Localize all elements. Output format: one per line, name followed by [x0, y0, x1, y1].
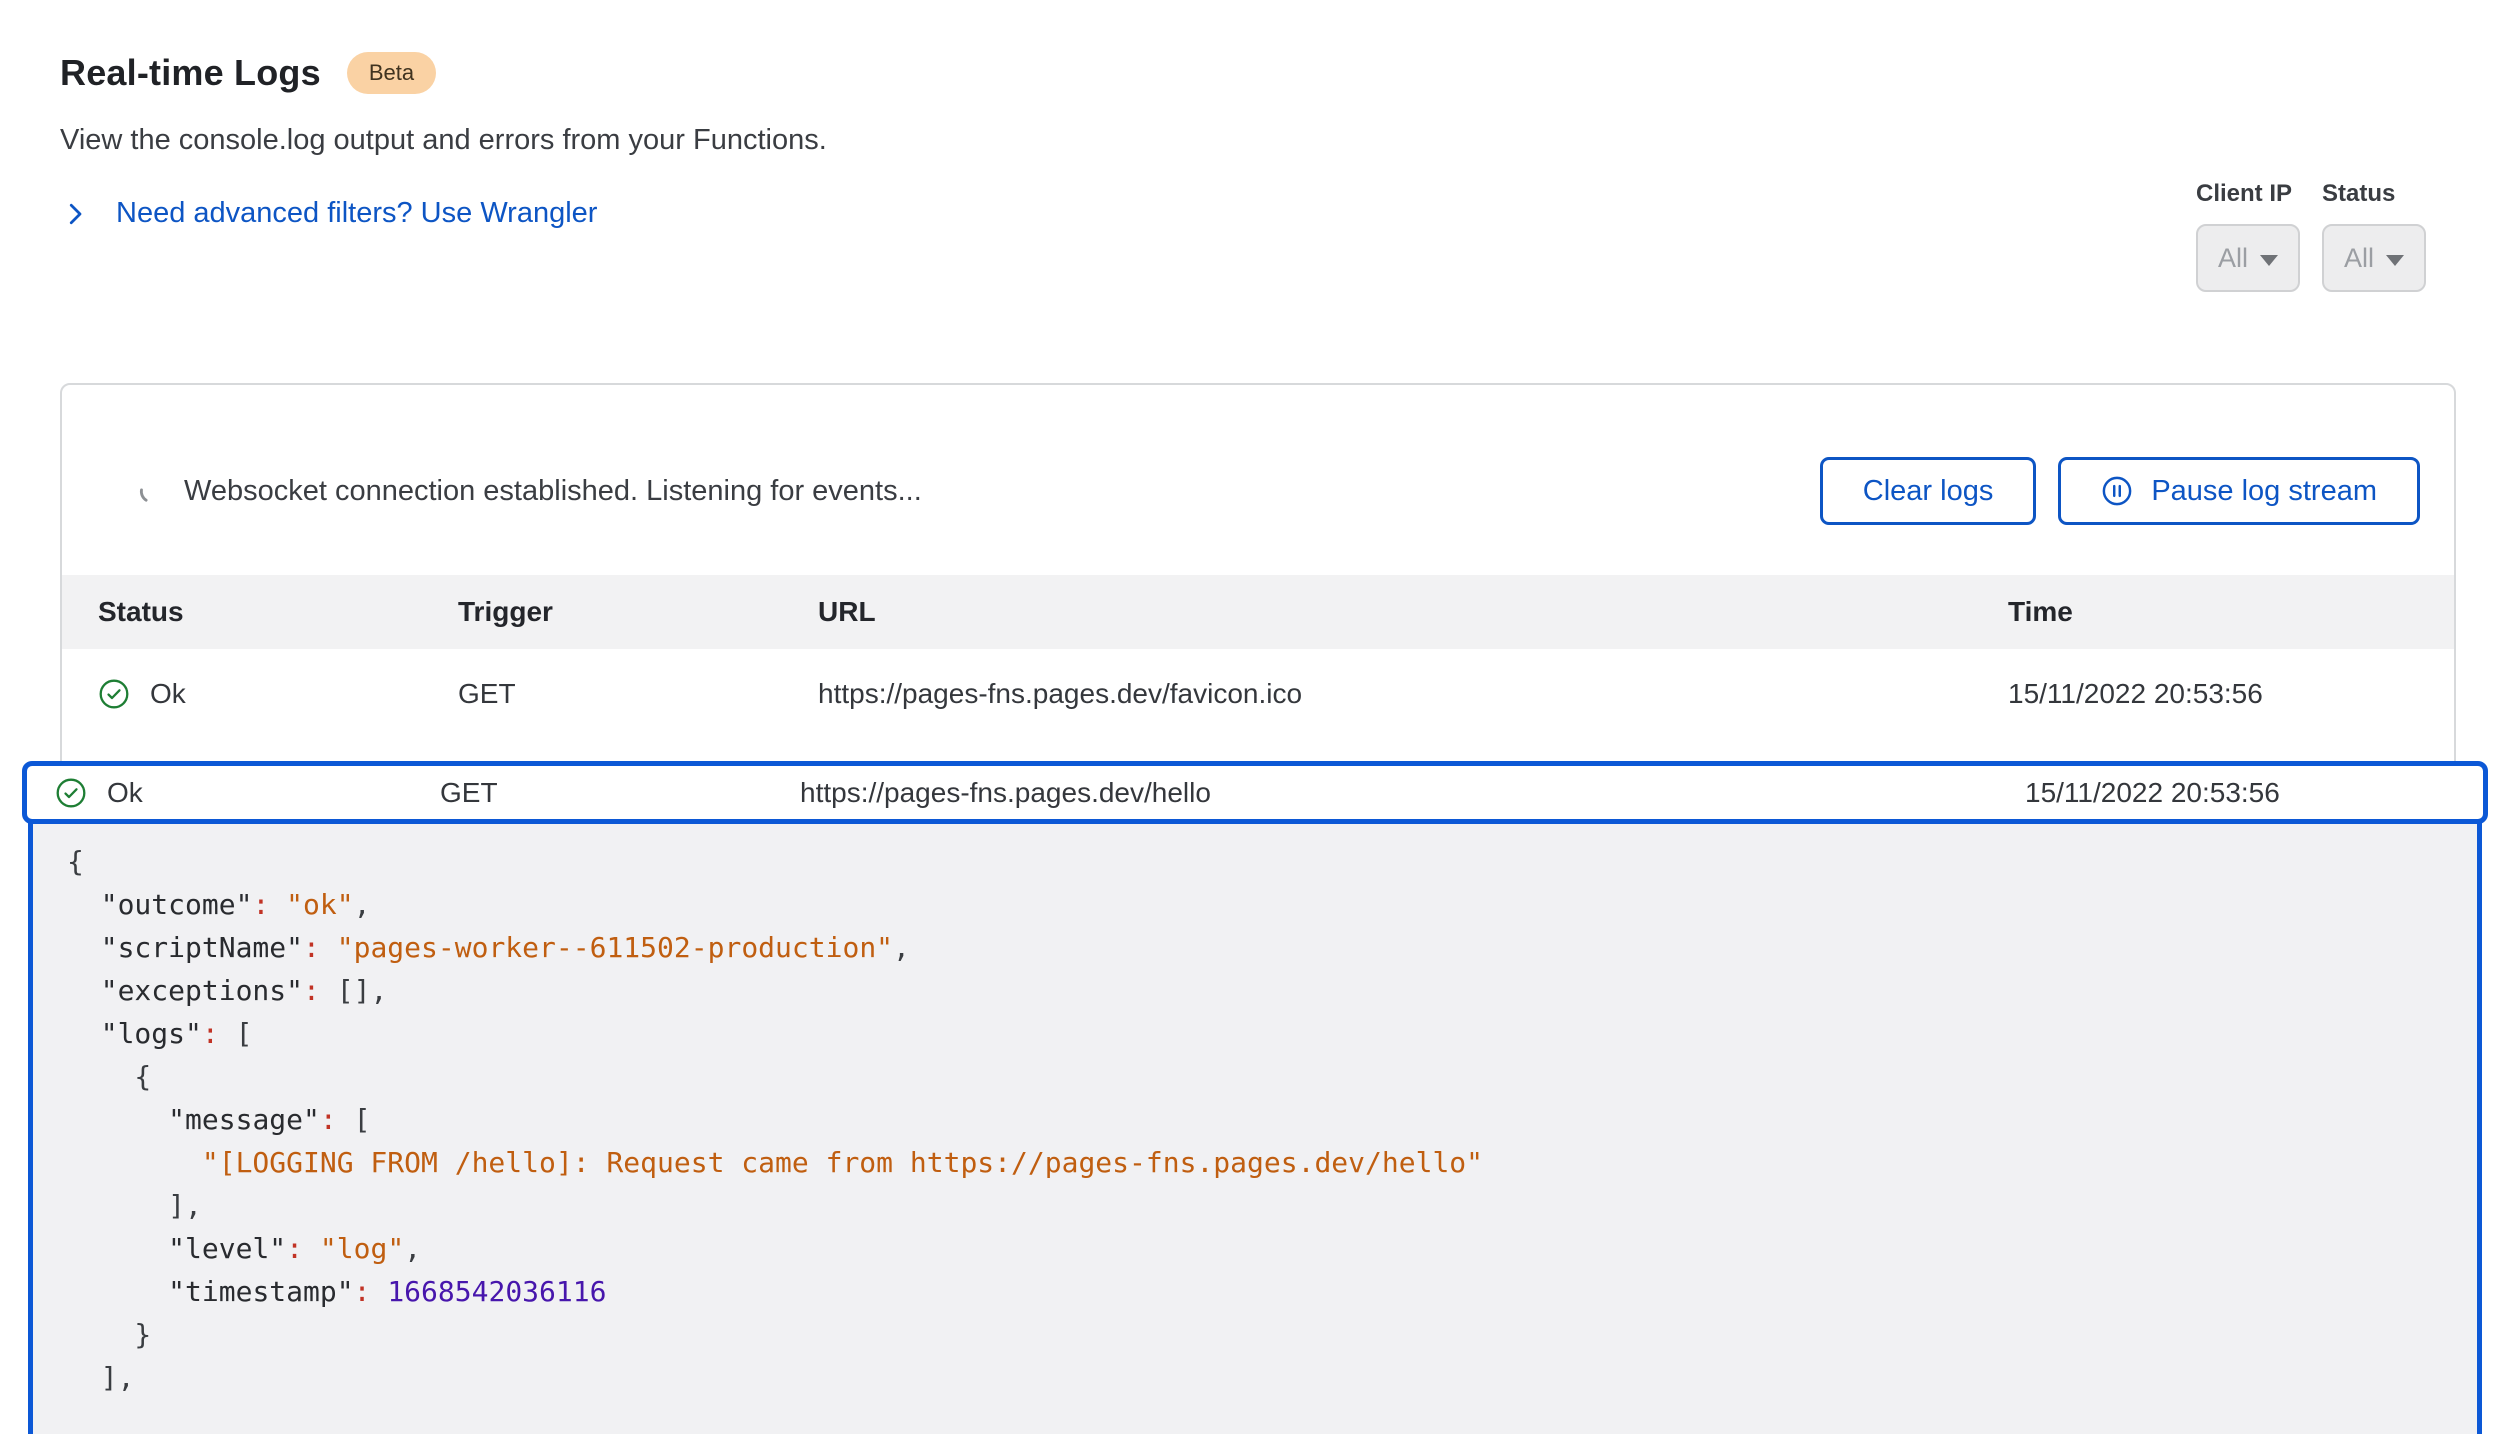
realtime-logs-page: Real-time Logs Beta View the console.log… [0, 0, 2508, 1434]
status-filter-label: Status [2322, 180, 2426, 208]
page-subtitle: View the console.log output and errors f… [60, 124, 827, 157]
log-json-code: { "outcome": "ok", "scriptName": "pages-… [67, 840, 2437, 1399]
code-line: "exceptions": [], [67, 969, 2437, 1012]
code-line: "outcome": "ok", [67, 883, 2437, 926]
column-header-url: URL [818, 596, 2008, 628]
pause-icon [2101, 475, 2133, 507]
beta-badge: Beta [347, 52, 436, 94]
code-line: "logs": [ [67, 1012, 2437, 1055]
client-ip-filter-select[interactable]: All [2196, 224, 2300, 292]
code-line: ], [67, 1184, 2437, 1227]
row-time: 15/11/2022 20:53:56 [2008, 678, 2418, 710]
code-line: "scriptName": "pages-worker--611502-prod… [67, 926, 2437, 969]
code-line: "message": [ [67, 1098, 2437, 1141]
row-url: https://pages-fns.pages.dev/hello [800, 777, 2025, 809]
code-line: { [67, 840, 2437, 883]
caret-down-icon [2260, 255, 2278, 266]
row-status: Ok [150, 678, 186, 710]
pause-log-stream-label: Pause log stream [2151, 475, 2377, 508]
log-toolbar: Websocket connection established. Listen… [62, 385, 2454, 575]
row-time: 15/11/2022 20:53:56 [2025, 777, 2455, 809]
log-table-header: Status Trigger URL Time [62, 575, 2454, 649]
spinner-icon [138, 478, 164, 504]
column-header-time: Time [2008, 596, 2418, 628]
column-header-trigger: Trigger [458, 596, 818, 628]
code-line: { [67, 1055, 2437, 1098]
pause-log-stream-button[interactable]: Pause log stream [2058, 457, 2420, 525]
websocket-status-text: Websocket connection established. Listen… [184, 475, 922, 508]
code-line: "level": "log", [67, 1227, 2437, 1270]
table-row-selected[interactable]: Ok GET https://pages-fns.pages.dev/hello… [22, 761, 2488, 824]
code-line: } [67, 1313, 2437, 1356]
client-ip-filter-value: All [2218, 243, 2248, 274]
table-row[interactable]: Ok GET https://pages-fns.pages.dev/favic… [62, 649, 2454, 739]
code-line: "[LOGGING FROM /hello]: Request came fro… [67, 1141, 2437, 1184]
row-trigger: GET [458, 678, 818, 710]
wrangler-link[interactable]: Need advanced filters? Use Wrangler [116, 197, 597, 230]
code-line: "timestamp": 1668542036116 [67, 1270, 2437, 1313]
page-header: Real-time Logs Beta View the console.log… [60, 52, 827, 230]
log-detail-panel: { "outcome": "ok", "scriptName": "pages-… [28, 788, 2482, 1434]
column-header-status: Status [98, 596, 458, 628]
filters: Client IP All Status All [2196, 180, 2426, 292]
row-trigger: GET [440, 777, 800, 809]
clear-logs-button[interactable]: Clear logs [1820, 457, 2037, 525]
clear-logs-label: Clear logs [1863, 475, 1994, 508]
chevron-right-icon [60, 199, 90, 229]
caret-down-icon [2386, 255, 2404, 266]
page-title: Real-time Logs [60, 52, 321, 94]
websocket-status: Websocket connection established. Listen… [138, 475, 922, 508]
check-circle-icon [55, 777, 87, 809]
check-circle-icon [98, 678, 130, 710]
code-line: ], [67, 1356, 2437, 1399]
client-ip-filter-label: Client IP [2196, 180, 2300, 208]
row-url: https://pages-fns.pages.dev/favicon.ico [818, 678, 2008, 710]
status-filter-select[interactable]: All [2322, 224, 2426, 292]
status-filter-value: All [2344, 243, 2374, 274]
row-status: Ok [107, 777, 143, 809]
